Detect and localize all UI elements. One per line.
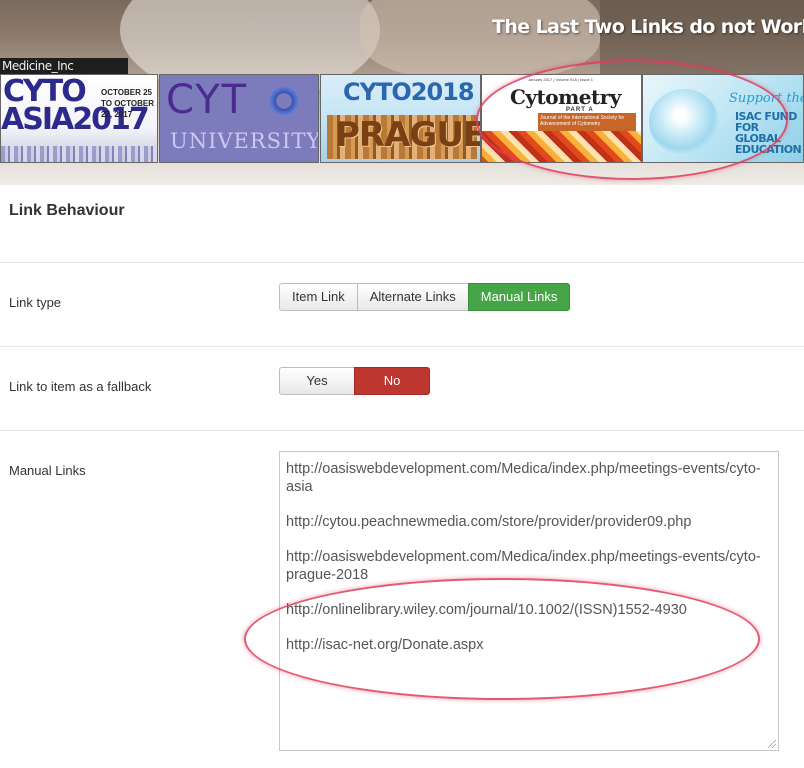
link-type-button-group: Item Link Alternate Links Manual Links: [279, 283, 571, 311]
manual-links-label: Manual Links: [9, 463, 86, 478]
tile-dates: OCTOBER 25 TO OCTOBER 27, 2017: [101, 88, 155, 119]
annotation-circle-bottom: [244, 578, 760, 700]
manual-link: http://cytou.peachnewmedia.com/store/pro…: [286, 514, 692, 530]
divider: [0, 430, 804, 431]
fallback-label: Link to item as a fallback: [9, 379, 152, 394]
tile-subtitle: PRAGUE: [335, 115, 481, 155]
divider: [0, 262, 804, 263]
divider: [0, 346, 804, 347]
tile-cyto-2018-prague[interactable]: CYTO2018 PRAGUE: [320, 74, 481, 163]
fallback-yes-button[interactable]: Yes: [279, 367, 355, 395]
manual-link: http://oasiswebdevelopment.com/Medica/in…: [286, 461, 761, 495]
manual-links-button[interactable]: Manual Links: [467, 283, 571, 311]
fallback-no-button[interactable]: No: [354, 367, 430, 395]
link-type-label: Link type: [9, 295, 62, 310]
header-banner: The Last Two Links do not Work Medicine_…: [0, 0, 804, 185]
alternate-links-button[interactable]: Alternate Links: [356, 283, 469, 311]
tile-cyto-asia-2017[interactable]: CYTO ASIA2017 OCTOBER 25 TO OCTOBER 27, …: [0, 74, 158, 163]
tile-title: CYT: [166, 77, 249, 123]
tile-title: CYTO2018: [343, 78, 475, 106]
tile-cyto-university[interactable]: CYT UNIVERSITY: [159, 74, 319, 163]
annotation-title: The Last Two Links do not Work: [492, 16, 804, 38]
section-title: Link Behaviour: [9, 202, 125, 219]
skyline-graphic: [1, 146, 157, 162]
brand-tag: Medicine_Inc: [0, 58, 128, 75]
tile-subtitle: UNIVERSITY: [170, 129, 319, 153]
logo-ring-icon: [266, 83, 302, 119]
annotation-circle-top: [476, 60, 788, 180]
item-link-button[interactable]: Item Link: [279, 283, 358, 311]
fallback-button-group: Yes No: [279, 367, 430, 395]
resize-grip-icon[interactable]: [768, 740, 776, 748]
